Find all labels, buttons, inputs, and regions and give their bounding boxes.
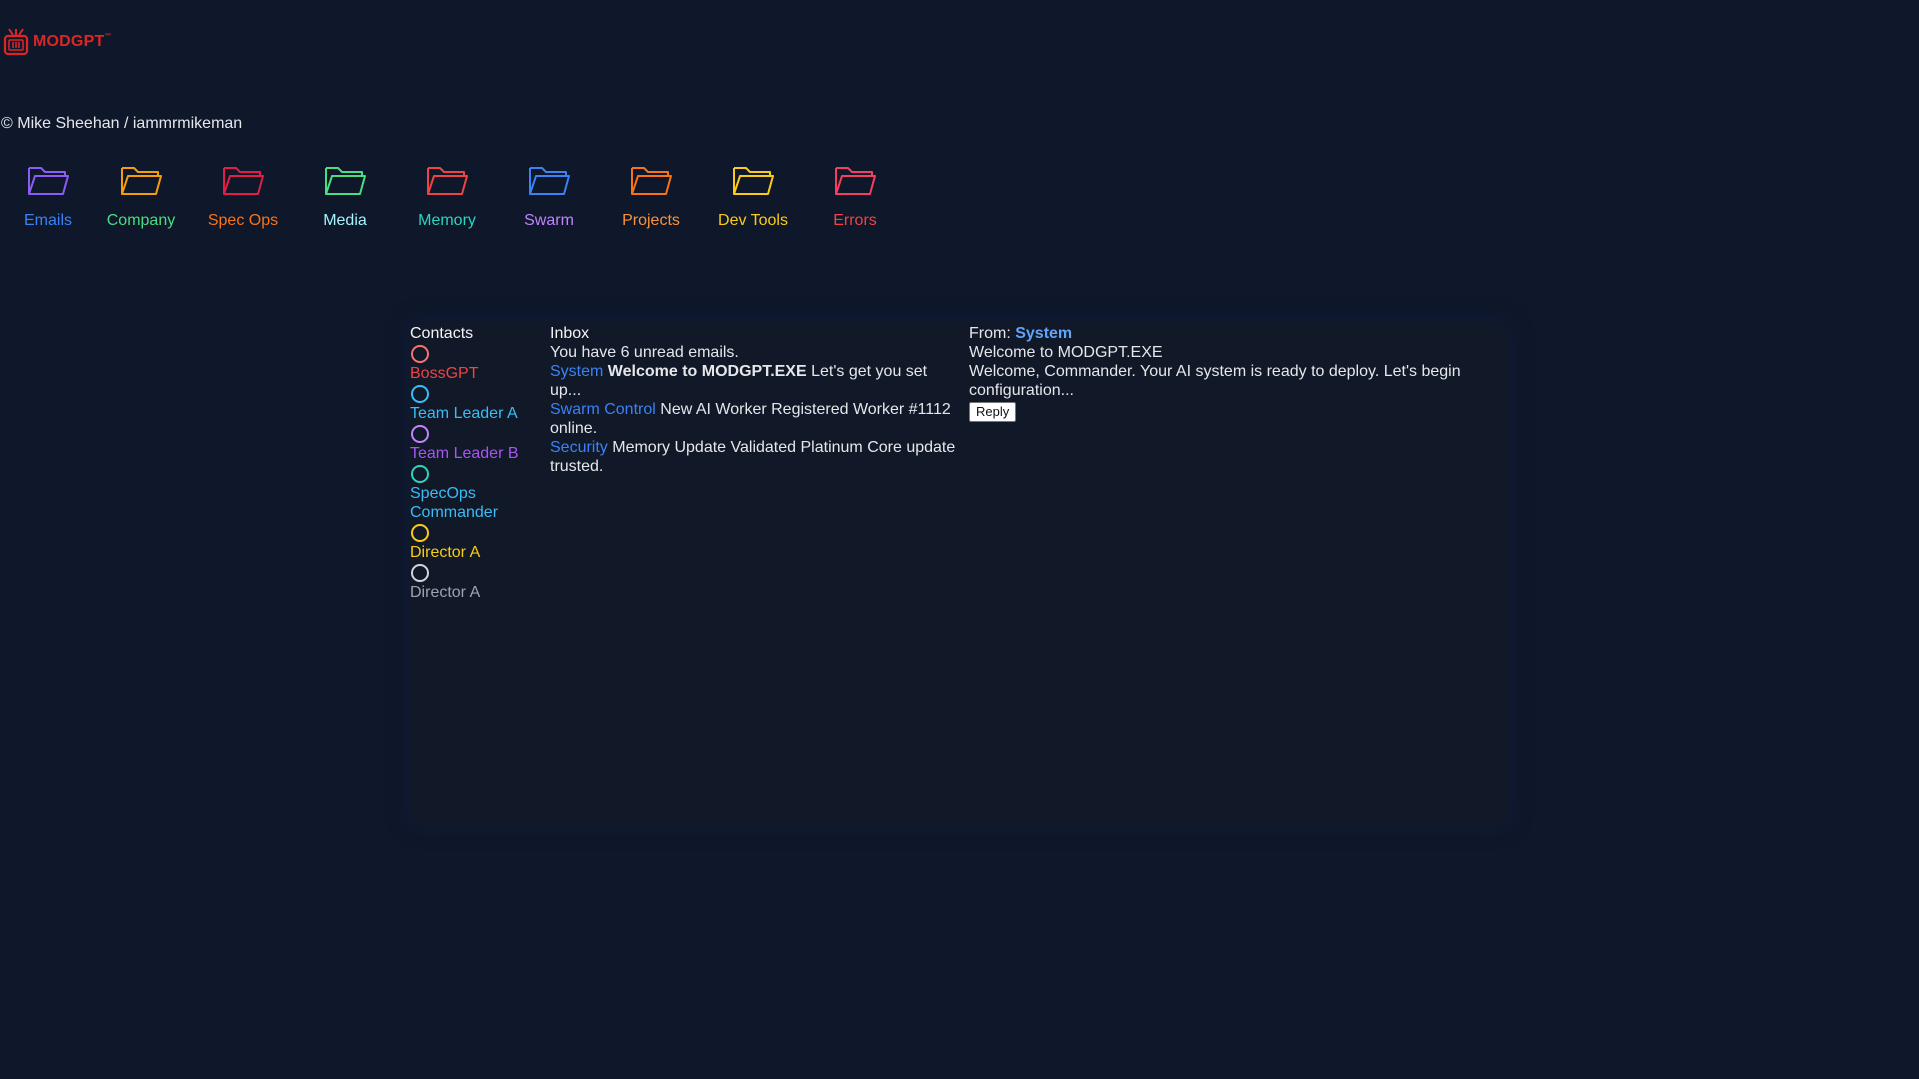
- folder-media[interactable]: Media: [294, 162, 396, 230]
- email-subject: Memory Update Validated: [612, 439, 797, 456]
- contacts-list: BossGPT Team Leader A Team Leader B SpecOps…: [410, 345, 542, 602]
- folder-icon: [325, 167, 366, 195]
- contact-item[interactable]: Director A: [410, 524, 542, 562]
- contact-name: Director A: [410, 584, 481, 601]
- contact-name: BossGPT: [410, 365, 479, 382]
- folder-label: Projects: [622, 212, 680, 229]
- folder-label: Memory: [418, 212, 476, 229]
- reply-button[interactable]: Reply: [969, 402, 1017, 422]
- contact-item[interactable]: Director A: [410, 564, 542, 602]
- email-sender: Security: [550, 439, 608, 456]
- email-subject: Welcome to MODGPT.EXE: [607, 363, 807, 380]
- detail-from: From: System: [969, 324, 1489, 343]
- contacts-column: Contacts BossGPT Team Leader A Team Leader…: [410, 324, 542, 602]
- detail-subject: Welcome to MODGPT.EXE: [969, 344, 1163, 361]
- email-subject: New AI Worker Registered: [660, 401, 849, 418]
- logo-text: MODGPT™: [33, 33, 112, 51]
- status-ring-icon: [411, 345, 429, 363]
- folder-icon: [121, 167, 162, 195]
- email-sender: Swarm Control: [550, 401, 656, 418]
- folder-projects[interactable]: Projects: [600, 162, 702, 230]
- email-row[interactable]: System Welcome to MODGPT.EXE Let's get y…: [550, 362, 960, 400]
- folder-icon: [835, 167, 876, 195]
- folder-icon: [28, 167, 69, 195]
- folder-icon: [529, 167, 570, 195]
- folder-label: Swarm: [524, 212, 574, 229]
- contact-item[interactable]: Team Leader A: [410, 385, 542, 423]
- logo-name: MODGPT: [33, 33, 105, 50]
- email-row[interactable]: Swarm Control New AI Worker Registered W…: [550, 400, 960, 438]
- folder-icon: [631, 167, 672, 195]
- folder-emails[interactable]: Emails: [22, 162, 74, 230]
- contact-item[interactable]: BossGPT: [410, 345, 542, 383]
- copyright-text: © Mike Sheehan / iammrmikeman: [1, 115, 243, 132]
- contact-name: Team Leader A: [410, 405, 518, 422]
- detail-body: Welcome, Commander. Your AI system is re…: [969, 363, 1461, 399]
- inbox-column: Inbox You have 6 unread emails. System W…: [550, 324, 960, 476]
- app-logo: MODGPT™: [3, 28, 112, 56]
- folder-label: Media: [323, 212, 367, 229]
- contacts-heading: Contacts: [410, 325, 474, 342]
- folder-memory[interactable]: Memory: [396, 162, 498, 230]
- status-ring-icon: [411, 385, 429, 403]
- folder-label: Spec Ops: [207, 212, 279, 229]
- folder-label: Dev Tools: [718, 212, 788, 229]
- folder-label: Emails: [23, 212, 72, 229]
- folder-bar: Emails Company Spec Ops Media Memory Swarm Pro…: [22, 162, 906, 230]
- email-panel: Contacts BossGPT Team Leader A Team Leader…: [410, 322, 1509, 825]
- tv-logo-icon: [3, 28, 29, 56]
- inbox-heading: Inbox: [550, 325, 590, 342]
- from-sender[interactable]: System: [1015, 325, 1072, 342]
- contact-name: SpecOps Commander: [410, 485, 499, 521]
- folder-dev-tools[interactable]: Dev Tools: [702, 162, 804, 230]
- from-label: From:: [969, 325, 1011, 342]
- folder-label: Errors: [833, 212, 877, 229]
- unread-summary: You have 6 unread emails.: [550, 344, 739, 361]
- folder-company[interactable]: Company: [90, 162, 192, 230]
- contact-item[interactable]: Team Leader B: [410, 425, 542, 463]
- status-ring-icon: [411, 564, 429, 582]
- folder-label: Company: [106, 212, 176, 229]
- contact-name: Director A: [410, 544, 481, 561]
- contact-name: Team Leader B: [410, 445, 519, 462]
- email-row[interactable]: Security Memory Update Validated Platinu…: [550, 438, 960, 476]
- email-sender: System: [550, 363, 604, 380]
- folder-icon: [427, 167, 468, 195]
- folder-swarm[interactable]: Swarm: [498, 162, 600, 230]
- folder-spec-ops[interactable]: Spec Ops: [192, 162, 294, 230]
- folder-icon: [733, 167, 774, 195]
- contact-item[interactable]: SpecOps Commander: [410, 465, 542, 522]
- status-ring-icon: [411, 465, 429, 483]
- folder-icon: [223, 167, 264, 195]
- trademark-mark: ™: [104, 33, 112, 40]
- status-ring-icon: [411, 425, 429, 443]
- email-detail: From: System Welcome to MODGPT.EXE Welco…: [969, 324, 1489, 422]
- email-list: System Welcome to MODGPT.EXE Let's get y…: [550, 362, 960, 476]
- folder-errors[interactable]: Errors: [804, 162, 906, 230]
- status-ring-icon: [411, 524, 429, 542]
